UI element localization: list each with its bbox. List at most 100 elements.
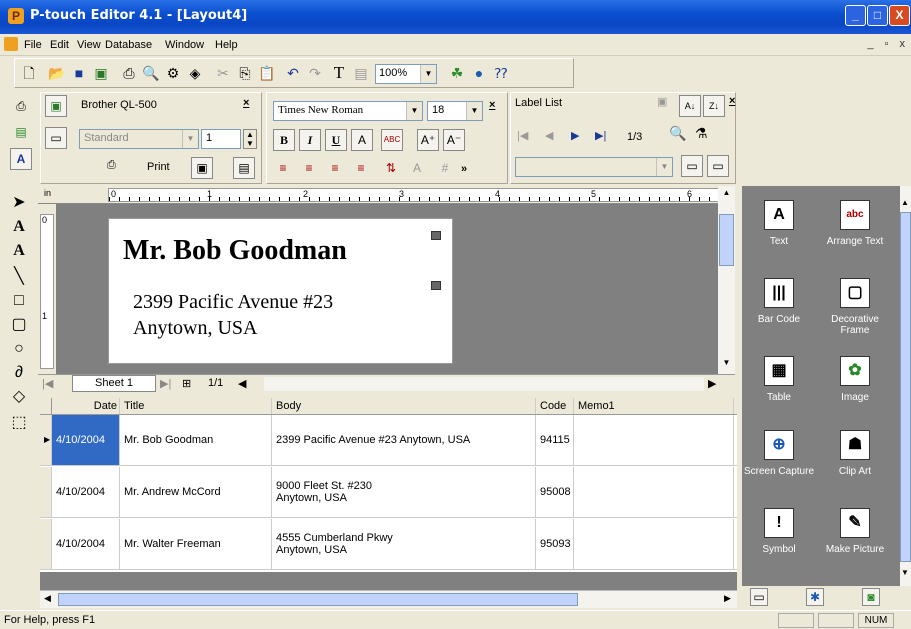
mdi-close-button[interactable]: x bbox=[900, 38, 906, 50]
copies-spinner[interactable]: ▲ ▼ bbox=[243, 129, 257, 149]
cell-code[interactable]: 94115 bbox=[536, 415, 574, 465]
print-preview-panel-icon[interactable]: ▤ bbox=[233, 157, 255, 179]
outline-icon[interactable]: A bbox=[351, 129, 373, 151]
more-icon[interactable]: » bbox=[461, 163, 467, 175]
prev-record-icon[interactable]: ◀ bbox=[545, 129, 553, 142]
search-icon[interactable]: 🔍 bbox=[669, 125, 686, 142]
palette-clip-art[interactable]: ☗ Clip Art bbox=[818, 430, 892, 477]
increase-font-icon[interactable]: A⁺ bbox=[417, 129, 439, 151]
palette-screen-capture[interactable]: ⊕ Screen Capture bbox=[742, 430, 816, 477]
tab-objects-icon[interactable]: ▭ bbox=[750, 588, 768, 606]
table-row[interactable]: 4/10/2004 Mr. Walter Freeman 4555 Cumber… bbox=[40, 519, 737, 570]
doc-icon[interactable] bbox=[4, 37, 18, 51]
label-list-close-icon[interactable]: × bbox=[729, 95, 735, 107]
close-button[interactable]: X bbox=[889, 5, 910, 26]
cell-title[interactable]: Mr. Andrew McCord bbox=[120, 467, 272, 517]
print-setup-icon[interactable]: ⚙ bbox=[163, 63, 183, 83]
list-view-icon[interactable]: ▭ bbox=[707, 155, 729, 177]
tab-layouts-icon[interactable]: ◙ bbox=[862, 588, 880, 606]
vertical-text-icon[interactable]: A bbox=[8, 240, 30, 262]
cell-title[interactable]: Mr. Walter Freeman bbox=[120, 519, 272, 569]
printer-icon[interactable]: ▣ bbox=[45, 95, 67, 117]
filter-icon[interactable]: ⚗ bbox=[695, 125, 708, 142]
label-name-text[interactable]: Mr. Bob Goodman bbox=[123, 235, 347, 267]
align-right-icon[interactable]: ≡ bbox=[323, 157, 347, 179]
copies-field[interactable]: 1 bbox=[201, 129, 241, 149]
palette-table[interactable]: ▦ Table bbox=[742, 356, 816, 403]
ellipse-icon[interactable]: ○ bbox=[8, 338, 30, 360]
cell-title[interactable]: Mr. Bob Goodman bbox=[120, 415, 272, 465]
scroll-left-icon[interactable]: ◀ bbox=[238, 377, 246, 390]
column-header-body[interactable]: Body bbox=[272, 398, 536, 414]
palette-make-picture[interactable]: ✎ Make Picture bbox=[818, 508, 892, 555]
cell-body[interactable]: 4555 Cumberland Pkwy Anytown, USA bbox=[272, 519, 536, 569]
page-setup-icon[interactable]: ⎙ bbox=[10, 96, 32, 118]
scroll-right-icon[interactable]: ▶ bbox=[708, 377, 716, 390]
help-pointer-icon[interactable]: ⁇ bbox=[491, 63, 511, 83]
canvas-vertical-scrollbar[interactable]: ▲ ▼ bbox=[718, 186, 735, 378]
cell-code[interactable]: 95008 bbox=[536, 467, 574, 517]
frame-text-icon[interactable]: ABC bbox=[381, 129, 403, 151]
cell-memo[interactable] bbox=[574, 519, 734, 569]
cell-date[interactable]: 4/10/2004 bbox=[52, 467, 120, 517]
print-preview-icon[interactable]: 🔍 bbox=[141, 63, 161, 83]
rounded-rect-icon[interactable]: ▢ bbox=[8, 314, 30, 336]
menu-help[interactable]: Help bbox=[215, 39, 238, 51]
paste-icon[interactable]: 📋 bbox=[257, 63, 277, 83]
cut-icon[interactable]: ✂ bbox=[213, 63, 233, 83]
cell-body[interactable]: 2399 Pacific Avenue #23 Anytown, USA bbox=[272, 415, 536, 465]
menu-window[interactable]: Window bbox=[165, 39, 204, 51]
page-format-icon[interactable]: ▭ bbox=[45, 127, 67, 149]
next-record-icon[interactable]: ▶ bbox=[571, 129, 579, 142]
web-icon[interactable]: ● bbox=[469, 63, 489, 83]
menu-view[interactable]: View bbox=[77, 39, 101, 51]
merge-field-icon[interactable] bbox=[431, 231, 441, 240]
palette-image[interactable]: ✿ Image bbox=[818, 356, 892, 403]
sort-ascending-icon[interactable]: A↓ bbox=[679, 95, 701, 117]
print-quick-icon[interactable]: ⎙ bbox=[107, 159, 116, 172]
cell-body[interactable]: 9000 Fleet St. #230 Anytown, USA bbox=[272, 467, 536, 517]
first-record-icon[interactable]: |◀ bbox=[517, 129, 528, 142]
grid-horizontal-scrollbar[interactable]: ◀ ▶ bbox=[40, 590, 737, 608]
numbering-icon[interactable]: # bbox=[433, 157, 457, 179]
scroll-up-icon[interactable]: ▲ bbox=[901, 198, 909, 207]
font-panel-close-icon[interactable]: × bbox=[489, 99, 495, 111]
palette-text[interactable]: A Text bbox=[742, 200, 816, 247]
mdi-minimize-button[interactable]: _ bbox=[867, 38, 873, 50]
scroll-down-icon[interactable]: ▼ bbox=[901, 568, 909, 577]
transfer-icon[interactable]: ◈ bbox=[185, 63, 205, 83]
sheet-tab[interactable]: Sheet 1 bbox=[72, 375, 156, 392]
vertical-text-icon[interactable]: ⇅ bbox=[379, 157, 403, 179]
palette-scrollbar[interactable]: ▲ ▼ bbox=[900, 186, 911, 586]
label-list-mode-icon[interactable]: ▣ bbox=[657, 95, 667, 108]
column-header-code[interactable]: Code bbox=[536, 398, 574, 414]
print-button[interactable]: Print bbox=[147, 161, 170, 173]
scroll-right-icon[interactable]: ▶ bbox=[724, 593, 731, 604]
undo-icon[interactable]: ↶ bbox=[283, 63, 303, 83]
scroll-thumb[interactable] bbox=[719, 214, 734, 266]
first-sheet-icon[interactable]: |◀ bbox=[42, 377, 53, 390]
selection-frame-icon[interactable]: ⬚ bbox=[8, 412, 30, 434]
column-header-date[interactable]: Date bbox=[52, 398, 120, 414]
scroll-up-icon[interactable]: ▲ bbox=[718, 188, 735, 204]
polygon-icon[interactable]: ◇ bbox=[8, 386, 30, 408]
font-size-select[interactable]: 18 ▼ bbox=[427, 101, 483, 121]
column-header-memo1[interactable]: Memo1 bbox=[574, 398, 734, 414]
zoom-select[interactable]: 100% ▼ bbox=[375, 64, 437, 84]
layout-icon[interactable]: ▤ bbox=[10, 122, 32, 144]
maximize-button[interactable]: □ bbox=[867, 5, 888, 26]
canvas-horizontal-scrollbar[interactable] bbox=[264, 377, 704, 391]
cell-memo[interactable] bbox=[574, 467, 734, 517]
save-as-icon[interactable]: ▣ bbox=[91, 63, 111, 83]
scroll-down-icon[interactable]: ▼ bbox=[718, 358, 735, 374]
minimize-button[interactable]: _ bbox=[845, 5, 866, 26]
new-icon[interactable]: 🗋 bbox=[19, 63, 39, 83]
palette-decorative-frame[interactable]: ▢ Decorative Frame bbox=[818, 278, 892, 336]
mdi-restore-button[interactable]: ▫ bbox=[885, 38, 889, 50]
scroll-thumb[interactable] bbox=[58, 593, 578, 606]
rectangle-icon[interactable]: □ bbox=[8, 290, 30, 312]
cell-date[interactable]: 4/10/2004 bbox=[52, 415, 120, 465]
menu-file[interactable]: File bbox=[24, 39, 42, 51]
underline-button[interactable]: U bbox=[325, 129, 347, 151]
wizard-icon[interactable]: ☘ bbox=[447, 63, 467, 83]
